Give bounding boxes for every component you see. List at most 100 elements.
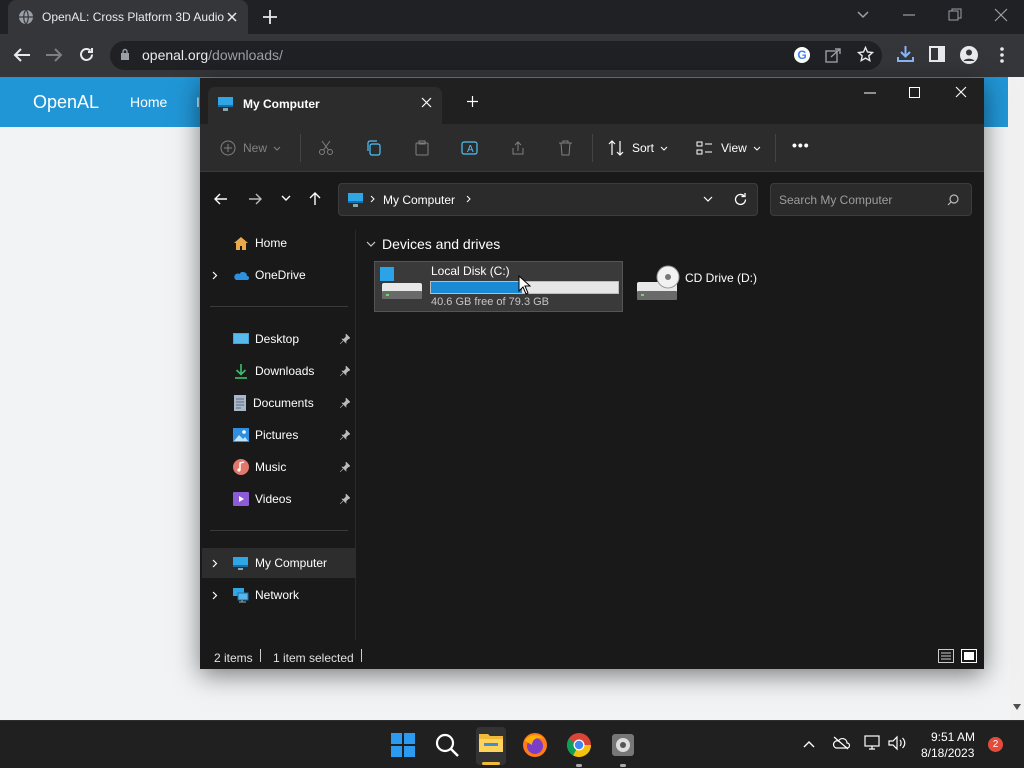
downloads-icon[interactable] — [896, 45, 915, 63]
nav-item-music[interactable]: Music — [200, 452, 356, 482]
scroll-down-icon[interactable] — [1013, 704, 1021, 710]
rename-icon[interactable]: A — [461, 140, 478, 156]
onedrive-offline-icon[interactable] — [832, 736, 850, 750]
copy-icon[interactable] — [366, 140, 382, 156]
restore-browser-icon[interactable] — [948, 8, 962, 22]
pin-icon[interactable] — [340, 494, 350, 504]
explorer-search-box[interactable]: Search My Computer — [770, 183, 972, 216]
minimize-explorer-icon[interactable] — [864, 92, 876, 94]
bookmark-star-icon[interactable] — [857, 46, 874, 63]
pin-icon[interactable] — [340, 462, 350, 472]
new-tab-icon[interactable] — [262, 9, 278, 25]
minimize-browser-icon[interactable] — [902, 13, 916, 17]
search-icon[interactable] — [947, 194, 959, 206]
breadcrumb-chevron-icon[interactable] — [370, 195, 375, 203]
tab-search-icon[interactable] — [856, 8, 870, 22]
collapse-chevron-icon[interactable] — [366, 241, 376, 248]
back-icon[interactable] — [13, 47, 31, 63]
network-status-icon[interactable] — [864, 735, 882, 751]
forward-icon[interactable] — [45, 47, 63, 63]
clock-date[interactable]: 8/18/2023 — [921, 746, 974, 760]
search-placeholder: Search My Computer — [779, 193, 893, 207]
new-label: New — [243, 141, 268, 155]
details-view-icon[interactable] — [938, 649, 954, 663]
close-tab-icon[interactable] — [226, 11, 238, 23]
nav-item-videos[interactable]: Videos — [200, 484, 356, 514]
new-button[interactable]: New — [220, 140, 281, 156]
clock-time[interactable]: 9:51 AM — [931, 730, 975, 744]
volume-icon[interactable] — [888, 735, 906, 751]
app-installer-icon[interactable] — [609, 731, 637, 767]
expand-chevron-icon[interactable] — [212, 591, 218, 600]
firefox-icon[interactable] — [521, 731, 549, 759]
recent-locations-icon[interactable] — [281, 195, 291, 202]
address-history-chevron-icon[interactable] — [703, 196, 713, 202]
file-explorer-taskbar-icon[interactable] — [476, 727, 506, 765]
globe-icon — [18, 9, 34, 25]
close-browser-icon[interactable] — [994, 8, 1008, 22]
local-disk-icon — [380, 267, 424, 303]
cut-icon[interactable] — [318, 140, 334, 156]
pin-icon[interactable] — [340, 334, 350, 344]
nav-item-pictures[interactable]: Pictures — [200, 420, 356, 450]
pin-icon[interactable] — [340, 398, 350, 408]
page-scrollbar[interactable] — [1010, 77, 1024, 720]
explorer-forward-icon[interactable] — [248, 192, 263, 206]
section-header-devices[interactable]: Devices and drives — [366, 236, 500, 252]
close-explorer-tab-icon[interactable] — [421, 97, 432, 108]
large-icons-view-icon[interactable] — [961, 649, 977, 663]
up-folder-icon[interactable] — [308, 191, 322, 206]
expand-chevron-icon[interactable] — [212, 559, 218, 568]
lock-icon[interactable] — [120, 48, 130, 61]
nav-item-onedrive[interactable]: OneDrive — [200, 260, 350, 290]
refresh-icon[interactable] — [734, 192, 747, 206]
google-icon[interactable]: G — [793, 46, 811, 64]
delete-icon[interactable] — [558, 140, 573, 156]
sort-icon — [608, 140, 624, 156]
search-icon[interactable] — [433, 731, 461, 759]
nav-item-home[interactable]: Home — [200, 228, 350, 258]
browser-tab[interactable]: OpenAL: Cross Platform 3D Audio — [8, 0, 248, 34]
more-options-button[interactable]: ••• — [792, 137, 810, 153]
breadcrumb-chevron-icon[interactable] — [466, 195, 471, 203]
share-icon[interactable] — [825, 47, 842, 63]
chrome-icon[interactable] — [565, 731, 593, 767]
nav-label: Desktop — [255, 332, 300, 346]
show-hidden-icons-icon[interactable] — [803, 740, 815, 748]
music-icon — [233, 459, 249, 475]
site-nav-home[interactable]: Home — [130, 94, 167, 110]
explorer-back-icon[interactable] — [213, 192, 228, 206]
notification-badge[interactable]: 2 — [988, 737, 1003, 752]
start-windows-icon[interactable] — [389, 731, 417, 759]
explorer-tab[interactable]: My Computer — [208, 87, 442, 124]
explorer-command-bar: New A Sort View ••• — [200, 124, 984, 172]
pin-icon[interactable] — [340, 430, 350, 440]
close-explorer-icon[interactable] — [955, 86, 967, 98]
breadcrumb-my-computer[interactable]: My Computer — [383, 193, 455, 207]
expand-chevron-icon[interactable] — [212, 271, 218, 280]
maximize-explorer-icon[interactable] — [909, 87, 920, 98]
sort-button[interactable]: Sort — [608, 140, 668, 156]
view-button[interactable]: View — [696, 140, 761, 156]
nav-item-desktop[interactable]: Desktop — [200, 324, 356, 354]
explorer-address-bar[interactable]: My Computer — [338, 183, 758, 216]
nav-item-my-computer[interactable]: My Computer — [202, 548, 356, 578]
paste-icon[interactable] — [414, 140, 430, 156]
side-panel-icon[interactable] — [929, 46, 945, 62]
reload-icon[interactable] — [78, 46, 95, 63]
drive-tile-c[interactable]: Local Disk (C:) 40.6 GB free of 79.3 GB — [374, 261, 623, 312]
nav-item-network[interactable]: Network — [202, 580, 356, 610]
pin-icon[interactable] — [340, 366, 350, 376]
browser-menu-icon[interactable] — [999, 46, 1005, 64]
new-explorer-tab-icon[interactable] — [466, 95, 479, 108]
profile-icon[interactable] — [959, 45, 979, 65]
toolbar-divider — [300, 134, 301, 162]
toolbar-divider — [592, 134, 593, 162]
nav-item-downloads[interactable]: Downloads — [200, 356, 356, 386]
site-logo[interactable]: OpenAL — [33, 92, 99, 113]
drive-tile-d[interactable]: CD Drive (D:) — [632, 261, 792, 312]
share-file-icon[interactable] — [510, 140, 526, 156]
nav-item-documents[interactable]: Documents — [200, 388, 356, 418]
explorer-tab-title: My Computer — [243, 97, 320, 111]
view-label: View — [721, 141, 747, 155]
